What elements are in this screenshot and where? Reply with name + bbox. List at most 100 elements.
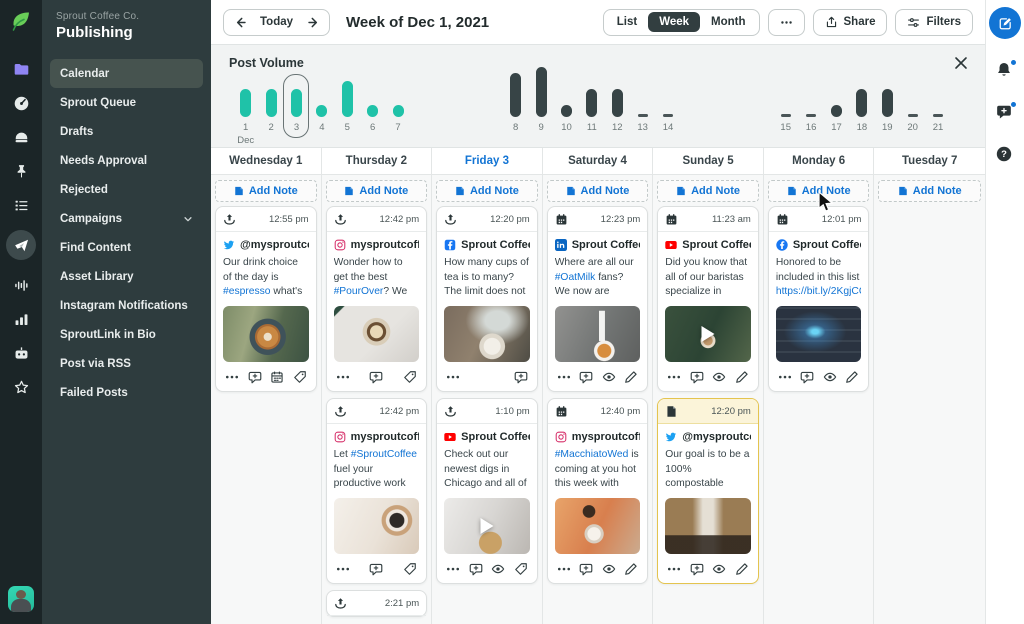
today-button[interactable]: Today [252, 16, 301, 28]
next-week-button[interactable] [301, 11, 325, 34]
more-options-button[interactable] [767, 8, 805, 36]
more-icon[interactable] [557, 562, 571, 576]
post-volume-day-7[interactable]: 7 [385, 67, 410, 133]
post-volume-day-1[interactable]: 1 Dec [233, 67, 258, 146]
filters-button[interactable]: Filters [895, 8, 973, 36]
sidebar-item-needs-approval[interactable]: Needs Approval [50, 146, 203, 175]
sidebar-item-post-via-rss[interactable]: Post via RSS [50, 349, 203, 378]
post-card[interactable]: 12:01 pm Sprout Coffee Honored to be inclu… [767, 206, 870, 392]
eye-icon[interactable] [491, 562, 505, 576]
post-volume-day-8[interactable]: 8 [503, 67, 528, 133]
message-icon[interactable] [514, 370, 528, 384]
post-volume-day-2[interactable]: 2 [258, 67, 283, 133]
post-image[interactable] [775, 306, 862, 362]
eye-icon[interactable] [602, 562, 616, 576]
post-image[interactable] [554, 498, 641, 554]
close-icon[interactable] [953, 55, 969, 71]
post-link[interactable]: #MacchiatoWed [555, 449, 629, 460]
post-image[interactable] [444, 498, 530, 554]
add-note-button[interactable]: Add Note [325, 180, 428, 202]
notifications-bell-icon[interactable] [995, 59, 1017, 81]
post-link[interactable]: https://bit.ly/2KgjCOS [776, 286, 862, 297]
more-icon[interactable] [446, 562, 460, 576]
add-note-button[interactable]: Add Note [767, 180, 870, 202]
post-volume-day-12[interactable]: 12 [605, 67, 630, 133]
post-volume-day-13[interactable]: 13 [630, 67, 655, 133]
reports-chart-icon[interactable] [12, 310, 30, 328]
sidebar-item-drafts[interactable]: Drafts [50, 117, 203, 146]
tag-icon[interactable] [403, 562, 417, 576]
message-icon[interactable] [579, 562, 593, 576]
eye-icon[interactable] [602, 370, 616, 384]
sidebar-item-failed-posts[interactable]: Failed Posts [50, 378, 203, 407]
pencil-icon[interactable] [735, 370, 749, 384]
pencil-icon[interactable] [845, 370, 859, 384]
share-button[interactable]: Share [812, 8, 888, 36]
view-week-button[interactable]: Week [648, 12, 701, 32]
add-note-button[interactable]: Add Note [878, 180, 981, 202]
more-icon[interactable] [557, 370, 571, 384]
pencil-icon[interactable] [735, 562, 749, 576]
more-icon[interactable] [336, 562, 350, 576]
post-volume-day-5[interactable]: 5 [335, 67, 360, 133]
add-note-button[interactable]: Add Note [436, 180, 538, 202]
add-note-button[interactable]: Add Note [546, 180, 649, 202]
message-icon[interactable] [369, 370, 383, 384]
sidebar-item-sprout-queue[interactable]: Sprout Queue [50, 88, 203, 117]
plan-folder-icon[interactable] [12, 60, 30, 78]
more-icon[interactable] [336, 370, 350, 384]
post-card[interactable]: 12:42 pm mysproutcoff... Wonder how to get… [325, 206, 428, 392]
post-card[interactable]: 12:42 pm mysproutcoff... Let #SproutCoffee… [325, 398, 428, 584]
messages-icon[interactable] [995, 101, 1017, 123]
message-icon[interactable] [469, 562, 483, 576]
add-note-button[interactable]: Add Note [657, 180, 759, 202]
publishing-plane-icon[interactable] [6, 230, 36, 260]
post-card[interactable]: 12:20 pm @mysproutco... Our goal is to be … [657, 398, 759, 584]
post-volume-day-9[interactable]: 9 [528, 67, 553, 133]
influencers-star-icon[interactable] [12, 378, 30, 396]
message-icon[interactable] [690, 562, 704, 576]
post-image[interactable] [444, 306, 530, 362]
post-image[interactable] [223, 306, 309, 362]
post-volume-day-15[interactable]: 15 [773, 67, 798, 133]
post-volume-day-11[interactable]: 11 [579, 67, 604, 133]
list-icon[interactable] [12, 196, 30, 214]
sidebar-item-instagram-notifications[interactable]: Instagram Notifications [50, 291, 203, 320]
sprout-logo-icon[interactable] [9, 9, 33, 38]
post-volume-day-6[interactable]: 6 [360, 67, 385, 133]
post-link[interactable]: #espresso [223, 286, 271, 297]
message-icon[interactable] [248, 370, 262, 384]
more-icon[interactable] [778, 370, 792, 384]
post-volume-day-4[interactable]: 4 [309, 67, 334, 133]
more-icon[interactable] [667, 370, 681, 384]
post-volume-day-16[interactable]: 16 [798, 67, 823, 133]
pin-icon[interactable] [12, 162, 30, 180]
tag-icon[interactable] [293, 370, 307, 384]
post-image[interactable] [554, 306, 641, 362]
view-month-button[interactable]: Month [700, 12, 756, 32]
post-volume-day-19[interactable]: 19 [875, 67, 900, 133]
post-card[interactable]: 1:10 pm Sprout Coffee Check out our newest… [436, 398, 538, 584]
tag-icon[interactable] [403, 370, 417, 384]
post-image[interactable] [665, 498, 751, 554]
sidebar-item-find-content[interactable]: Find Content [50, 233, 203, 262]
post-volume-day-20[interactable]: 20 [900, 67, 925, 133]
add-note-button[interactable]: Add Note [215, 180, 317, 202]
post-volume-day-14[interactable]: 14 [655, 67, 680, 133]
calendar-icon[interactable] [270, 370, 284, 384]
post-volume-day-21[interactable]: 21 [925, 67, 950, 133]
post-volume-day-10[interactable]: 10 [554, 67, 579, 133]
eye-icon[interactable] [712, 562, 726, 576]
compose-button[interactable] [989, 7, 1021, 39]
sidebar-item-campaigns[interactable]: Campaigns [50, 204, 203, 233]
listening-wave-icon[interactable] [12, 276, 30, 294]
post-image[interactable] [665, 306, 751, 362]
post-card[interactable]: 12:20 pm Sprout Coffee... How many cups of… [436, 206, 538, 392]
more-icon[interactable] [667, 562, 681, 576]
pencil-icon[interactable] [624, 562, 638, 576]
post-link[interactable]: #OatMilk [555, 272, 596, 283]
tag-icon[interactable] [514, 562, 528, 576]
message-icon[interactable] [369, 562, 383, 576]
post-card[interactable]: 2:21 pm [325, 590, 428, 617]
message-icon[interactable] [579, 370, 593, 384]
